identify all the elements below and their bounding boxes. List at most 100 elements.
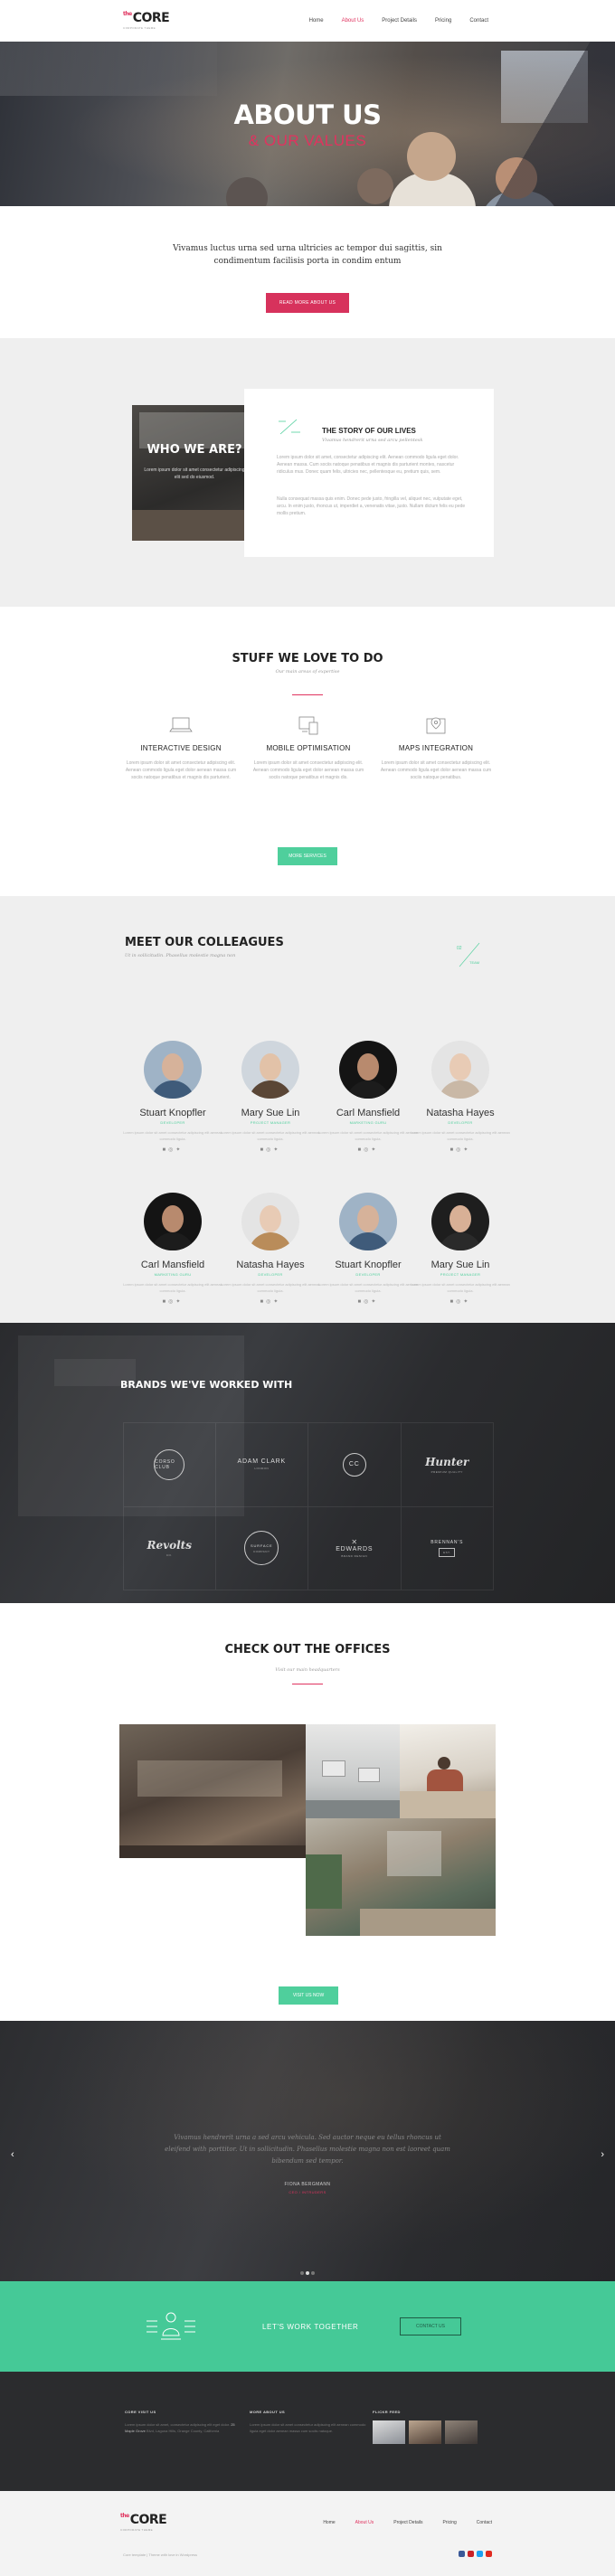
footer-col-title: CORE VISIT US — [125, 2410, 156, 2414]
who-we-are-section: WHO WE ARE? Lorem ipsum dolor sit amet c… — [0, 338, 615, 607]
story-title: THE STORY OF OUR LIVES — [322, 427, 416, 435]
menu-item-contact[interactable]: Contact — [469, 18, 488, 24]
twitter-icon[interactable]: ✦ — [273, 1147, 280, 1153]
feature-text: Lorem ipsum dolor sit amet consectetur a… — [125, 760, 237, 780]
footer-menu-contact[interactable]: Contact — [477, 2520, 492, 2525]
twitter-icon[interactable]: ✦ — [463, 1299, 470, 1305]
offices-section: CHECK OUT THE OFFICES Visit our main hea… — [0, 1603, 615, 2021]
visit-us-button[interactable]: VISIT US NOW — [279, 1986, 338, 2005]
menu-item-home[interactable]: Home — [309, 18, 324, 24]
member-role: MARKETING GURU — [154, 1272, 192, 1277]
team-member[interactable]: Carl Mansfield MARKETING GURU Lorem ipsum … — [318, 1041, 418, 1153]
team-member[interactable]: Stuart Knopfler DEVELOPER Lorem ipsum dolo… — [123, 1041, 222, 1153]
footer-menu-about[interactable]: About Us — [355, 2520, 374, 2525]
menu-item-project-details[interactable]: Project Details — [382, 18, 417, 24]
intro-text: Vivamus luctus urna sed urna ultricies a… — [173, 244, 442, 266]
office-photo[interactable] — [119, 1724, 306, 1858]
member-name: Stuart Knopfler — [139, 1108, 206, 1118]
brand-logo[interactable]: CC — [308, 1423, 402, 1507]
twitter-icon[interactable]: ✦ — [463, 1147, 470, 1153]
brand-logo[interactable]: Hunter PREMIUM QUALITY — [401, 1423, 494, 1507]
slider-dot[interactable] — [300, 2271, 304, 2275]
more-services-button[interactable]: MORE SERVICES — [278, 847, 337, 865]
footer-widgets: CORE VISIT US Lorem ipsum dolor sit amet… — [0, 2372, 615, 2491]
member-role: DEVELOPER — [160, 1120, 185, 1125]
footer-menu-home[interactable]: Home — [323, 2520, 335, 2525]
chevron-right-icon[interactable]: › — [601, 2149, 604, 2160]
pinterest-icon[interactable] — [468, 2551, 474, 2557]
feature-title: MAPS INTEGRATION — [398, 744, 474, 752]
footer-col-flickr: FLICKR FEED — [373, 2410, 401, 2414]
twitter-icon[interactable] — [477, 2551, 483, 2557]
contact-us-button[interactable]: CONTACT US — [400, 2317, 461, 2335]
member-bio: Lorem ipsum dolor sit amet consectetur a… — [411, 1130, 510, 1141]
member-bio: Lorem ipsum dolor sit amet consectetur a… — [318, 1282, 418, 1293]
member-social: ■◎✦ — [123, 1298, 222, 1305]
story-subtitle: Vivamus hendrerit urna sed arcu pellente… — [322, 438, 423, 443]
team-member[interactable]: Natasha Hayes DEVELOPER Lorem ipsum dolor … — [411, 1041, 510, 1153]
divider — [292, 694, 323, 695]
member-role: PROJECT MANAGER — [440, 1272, 481, 1277]
team-deco-number: 02 — [457, 946, 462, 951]
member-name: Mary Sue Lin — [430, 1260, 490, 1270]
footer-menu: Home About Us Project Details Pricing Co… — [323, 2520, 492, 2525]
twitter-icon[interactable]: ✦ — [175, 1299, 183, 1305]
flickr-thumb[interactable] — [373, 2420, 405, 2444]
services-section: STUFF WE LOVE TO DO Our main areas of ex… — [0, 607, 615, 896]
footer-address-2: Blvd, Laguna Hills, Orange County, Calif… — [147, 2429, 220, 2433]
member-role: MARKETING GURU — [349, 1120, 387, 1125]
footer-menu-pricing[interactable]: Pricing — [442, 2520, 456, 2525]
brand-logo[interactable]: Revolts CO. — [123, 1506, 216, 1590]
menu-item-about[interactable]: About Us — [342, 18, 364, 24]
team-member[interactable]: Carl Mansfield MARKETING GURU Lorem ipsum … — [123, 1193, 222, 1305]
twitter-icon[interactable]: ✦ — [371, 1147, 378, 1153]
brand-logo[interactable]: SURFACE COMPANY — [215, 1506, 308, 1590]
slider-dots — [0, 2263, 615, 2279]
twitter-icon[interactable]: ✦ — [175, 1147, 183, 1153]
testimonial-quote: Vivamus hendrerit urna a sed arcu vehicu… — [165, 2134, 450, 2165]
slider-dot[interactable] — [311, 2271, 315, 2275]
youtube-icon[interactable] — [486, 2551, 492, 2557]
office-photo[interactable] — [306, 1724, 400, 1818]
cta-label: LET'S WORK TOGETHER — [262, 2323, 359, 2331]
brand-logo[interactable]: ✕ EDWARDS BRAND DESIGN — [308, 1506, 402, 1590]
office-photo[interactable] — [306, 1818, 496, 1936]
logo[interactable]: theCORE CORPORATE THEME — [123, 11, 170, 30]
footer-menu-project-details[interactable]: Project Details — [393, 2520, 422, 2525]
member-social: ■◎✦ — [411, 1146, 510, 1153]
who-we-are-text: Lorem ipsum dolor sit amet consectetur a… — [144, 467, 245, 480]
services-title: STUFF WE LOVE TO DO — [232, 652, 383, 665]
team-member[interactable]: Stuart Knopfler DEVELOPER Lorem ipsum dolo… — [318, 1193, 418, 1305]
top-nav: theCORE CORPORATE THEME Home About Us Pr… — [0, 0, 615, 42]
team-member[interactable]: Mary Sue Lin PROJECT MANAGER Lorem ipsum d… — [411, 1193, 510, 1305]
feature-text: Lorem ipsum dolor sit amet consectetur a… — [252, 760, 364, 780]
flickr-thumb[interactable] — [409, 2420, 441, 2444]
brand-logo[interactable]: BRENNAN'S EST. — [401, 1506, 494, 1590]
flickr-thumb[interactable] — [445, 2420, 478, 2444]
office-photo[interactable] — [400, 1724, 496, 1818]
chevron-left-icon[interactable]: ‹ — [11, 2149, 14, 2160]
member-bio: Lorem ipsum dolor sit amet consectetur a… — [123, 1130, 222, 1141]
twitter-icon[interactable]: ✦ — [273, 1299, 280, 1305]
brand-logo[interactable]: CORSO CLUB — [123, 1423, 216, 1507]
story-paragraph-1: Lorem ipsum dolor sit amet, consectetur … — [277, 455, 459, 475]
menu-item-pricing[interactable]: Pricing — [435, 18, 451, 24]
who-we-are-image: WHO WE ARE? Lorem ipsum dolor sit amet c… — [132, 405, 257, 541]
brand-logo[interactable]: ADAM CLARK LONDON — [215, 1423, 308, 1507]
feature-item: MAPS INTEGRATION Lorem ipsum dolor sit a… — [378, 715, 494, 781]
footer-col-text: Lorem ipsum dolor sit amet, consectetur … — [125, 2422, 231, 2427]
footer-logo[interactable]: theCORE CORPORATE THEME — [120, 2513, 167, 2532]
member-social: ■◎✦ — [411, 1298, 510, 1305]
team-title: MEET OUR COLLEAGUES — [125, 936, 284, 949]
map-pin-icon — [426, 717, 446, 734]
member-role: PROJECT MANAGER — [250, 1120, 291, 1125]
testimonial-author: FIONA BERGMANN — [284, 2182, 331, 2187]
team-member[interactable]: Natasha Hayes DEVELOPER Lorem ipsum dolor … — [221, 1193, 320, 1305]
twitter-icon[interactable]: ✦ — [371, 1299, 378, 1305]
member-name: Carl Mansfield — [336, 1108, 401, 1118]
slider-dot[interactable] — [306, 2271, 309, 2275]
facebook-icon[interactable] — [459, 2551, 465, 2557]
read-more-button[interactable]: READ MORE ABOUT US — [266, 293, 349, 313]
member-bio: Lorem ipsum dolor sit amet consectetur a… — [221, 1282, 320, 1293]
team-member[interactable]: Mary Sue Lin PROJECT MANAGER Lorem ipsum d… — [221, 1041, 320, 1153]
